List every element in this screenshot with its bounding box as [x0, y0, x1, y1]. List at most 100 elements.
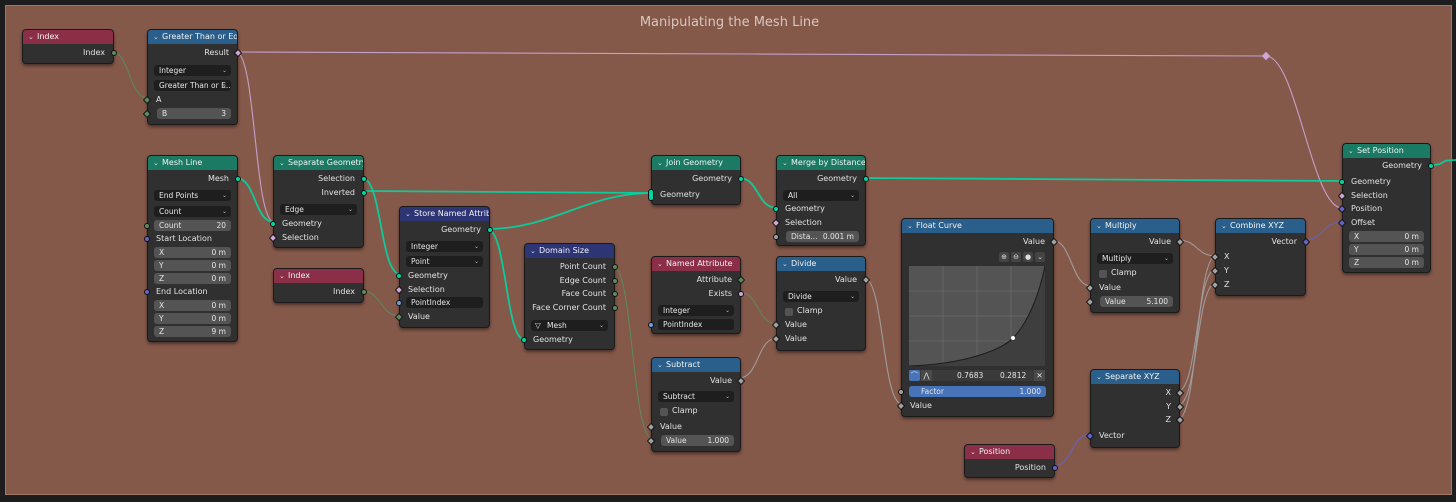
chevron-down-icon[interactable]: ⌄	[970, 445, 979, 459]
input-socket-end-location[interactable]	[144, 289, 150, 295]
node-header[interactable]: ⌄ Index	[274, 269, 363, 283]
node-header[interactable]: ⌄ Combine XYZ	[1216, 219, 1305, 233]
node-domain-size[interactable]: ⌄ Domain Size Point Count Edge Count Face…	[521, 243, 618, 350]
operation-dropdown[interactable]: Greater Than or E... ⌄	[154, 80, 231, 91]
output-socket-geometry[interactable]	[738, 176, 744, 182]
output-socket-face-corner-count[interactable]	[612, 305, 618, 311]
node-header[interactable]: ⌄Greater Than or Equal	[148, 30, 237, 44]
chevron-down-icon[interactable]: ⌄	[405, 207, 414, 221]
delete-point-icon[interactable]: ✕	[1034, 370, 1045, 381]
start-z-field[interactable]: Z0 m	[154, 273, 231, 284]
node-store-named-attribute[interactable]: ⌄Store Named Attrib... Geometry Integer⌄…	[394, 206, 493, 328]
value-field[interactable]: Value 5.100	[1100, 296, 1173, 307]
domain-dropdown[interactable]: Point ⌄	[406, 256, 483, 267]
count-field[interactable]: Count 20	[154, 220, 231, 231]
mode-dropdown[interactable]: End Points ⌄	[154, 190, 231, 201]
node-multiply[interactable]: ⌄ Multiply Value Multiply ⌄ Clamp Value Va…	[1085, 218, 1185, 313]
vector-handle-icon[interactable]: ⋀	[921, 370, 932, 381]
node-header[interactable]: ⌄ Index	[23, 30, 113, 44]
output-socket-exists[interactable]	[738, 291, 744, 297]
node-header[interactable]: ⌄ Separate Geometry	[274, 156, 363, 170]
point-y-value[interactable]: 0.2812	[1000, 370, 1026, 381]
operation-dropdown[interactable]: Subtract ⌄	[658, 391, 734, 402]
output-socket-index[interactable]	[111, 50, 117, 56]
node-greater-than-or-equal[interactable]: ⌄Greater Than or Equal Result Integer⌄ G…	[142, 29, 243, 125]
chevron-down-icon[interactable]: ⌄	[530, 244, 539, 258]
output-socket-edge-count[interactable]	[612, 278, 618, 284]
end-z-field[interactable]: Z9 m	[154, 326, 231, 337]
node-header[interactable]: ⌄ Float Curve	[902, 219, 1053, 233]
chevron-down-icon[interactable]: ⌄	[1096, 370, 1105, 384]
value-field[interactable]: Value 1.000	[661, 435, 734, 446]
node-header[interactable]: ⌄ Separate XYZ	[1091, 370, 1179, 384]
node-subtract[interactable]: ⌄ Subtract Value Subtract ⌄ Clamp Value Va…	[646, 357, 746, 452]
input-socket-geometry[interactable]	[773, 206, 779, 212]
b-value-field[interactable]: B3	[157, 108, 231, 119]
node-join-geometry[interactable]: ⌄ Join Geometry Geometry Geometry	[648, 155, 744, 205]
node-combine-xyz[interactable]: ⌄ Combine XYZ Vector X Y Z	[1210, 218, 1311, 296]
data-type-dropdown[interactable]: Integer ⌄	[658, 305, 734, 316]
clamp-checkbox[interactable]	[660, 408, 668, 416]
node-position[interactable]: ⌄ Position Position	[964, 444, 1058, 478]
node-header[interactable]: ⌄ Set Position	[1343, 144, 1430, 158]
distance-field[interactable]: Dista... 0.001 m	[786, 231, 859, 242]
node-index-2[interactable]: ⌄ Index Index	[273, 268, 367, 303]
chevron-down-icon[interactable]: ⌄	[1221, 219, 1230, 233]
output-socket-geometry[interactable]	[1428, 163, 1434, 169]
node-header[interactable]: ⌄ Subtract	[652, 358, 740, 372]
node-header[interactable]: ⌄ Divide	[777, 257, 865, 271]
input-socket-name[interactable]	[648, 322, 654, 328]
offset-y-field[interactable]: Y0 m	[1349, 244, 1424, 255]
output-socket-index[interactable]	[361, 289, 367, 295]
node-merge-by-distance[interactable]: ⌄ Merge by Distance Geometry All ⌄ Geometr…	[771, 155, 869, 246]
node-float-curve[interactable]: ⌄ Float Curve Value ⊕ ⊖ ● ⌄ ⌒ ⋀ 0.7683 0.…	[896, 218, 1059, 417]
component-dropdown[interactable]: ▽ Mesh ⌄	[531, 320, 608, 331]
chevron-down-icon[interactable]: ⌄	[782, 257, 791, 271]
curve-editor[interactable]	[908, 265, 1046, 367]
factor-field[interactable]: Factor 1.000	[909, 386, 1046, 397]
node-separate-xyz[interactable]: ⌄ Separate XYZ X Y Z Vector	[1085, 369, 1185, 448]
offset-z-field[interactable]: Z0 m	[1349, 257, 1424, 268]
attribute-name-field[interactable]: PointIndex	[406, 297, 483, 308]
chevron-down-icon[interactable]: ⌄	[657, 358, 666, 372]
output-socket-geometry[interactable]	[863, 176, 869, 182]
start-y-field[interactable]: Y0 m	[154, 260, 231, 271]
chevron-down-icon[interactable]: ⌄	[153, 30, 162, 44]
input-socket-factor[interactable]	[898, 389, 904, 395]
count-mode-dropdown[interactable]: Count ⌄	[154, 206, 231, 217]
node-named-attribute[interactable]: ⌄ Named Attribute Attribute Exists Intege…	[648, 256, 746, 334]
operation-dropdown[interactable]: Divide ⌄	[783, 291, 859, 302]
chevron-down-icon[interactable]: ⌄	[782, 156, 791, 170]
node-set-position[interactable]: ⌄ Set Position Geometry Geometry Selectio…	[1337, 143, 1434, 273]
node-header[interactable]: ⌄ Domain Size	[525, 244, 614, 258]
chevron-down-icon[interactable]: ⌄	[1035, 252, 1045, 262]
end-y-field[interactable]: Y0 m	[154, 313, 231, 324]
chevron-down-icon[interactable]: ⌄	[28, 30, 37, 44]
chevron-down-icon[interactable]: ⌄	[279, 156, 288, 170]
zoom-in-icon[interactable]: ⊕	[999, 252, 1009, 262]
input-socket-geometry[interactable]	[521, 337, 527, 343]
chevron-down-icon[interactable]: ⌄	[279, 269, 288, 283]
node-header[interactable]: ⌄ Position	[965, 445, 1054, 459]
node-index-1[interactable]: ⌄ Index Index	[22, 29, 117, 64]
input-socket-geometry[interactable]	[1339, 179, 1345, 185]
node-header[interactable]: ⌄Store Named Attrib...	[400, 207, 489, 221]
curve-control-point[interactable]	[1011, 336, 1015, 340]
node-header[interactable]: ⌄ Multiply	[1091, 219, 1179, 233]
chevron-down-icon[interactable]: ⌄	[1348, 144, 1357, 158]
chevron-down-icon[interactable]: ⌄	[907, 219, 916, 233]
handle-type-icon[interactable]: ●	[1023, 252, 1033, 262]
node-divide[interactable]: ⌄ Divide Value Divide ⌄ Clamp Value Value	[771, 256, 871, 351]
operation-dropdown[interactable]: Multiply ⌄	[1097, 253, 1173, 264]
clamp-checkbox[interactable]	[785, 308, 793, 316]
mode-dropdown[interactable]: All ⌄	[783, 190, 859, 201]
node-header[interactable]: ⌄ Mesh Line	[148, 156, 237, 170]
input-socket-name[interactable]	[396, 300, 402, 306]
output-socket-inverted[interactable]	[361, 190, 367, 196]
output-socket-point-count[interactable]	[612, 264, 618, 270]
zoom-out-icon[interactable]: ⊖	[1011, 252, 1021, 262]
node-mesh-line[interactable]: ⌄ Mesh Line Mesh End Points ⌄ Count ⌄ Count…	[144, 155, 241, 342]
node-separate-geometry[interactable]: ⌄ Separate Geometry Selection Inverted Ed…	[268, 155, 367, 248]
end-x-field[interactable]: X0 m	[154, 300, 231, 311]
data-type-dropdown[interactable]: Integer ⌄	[154, 65, 231, 76]
